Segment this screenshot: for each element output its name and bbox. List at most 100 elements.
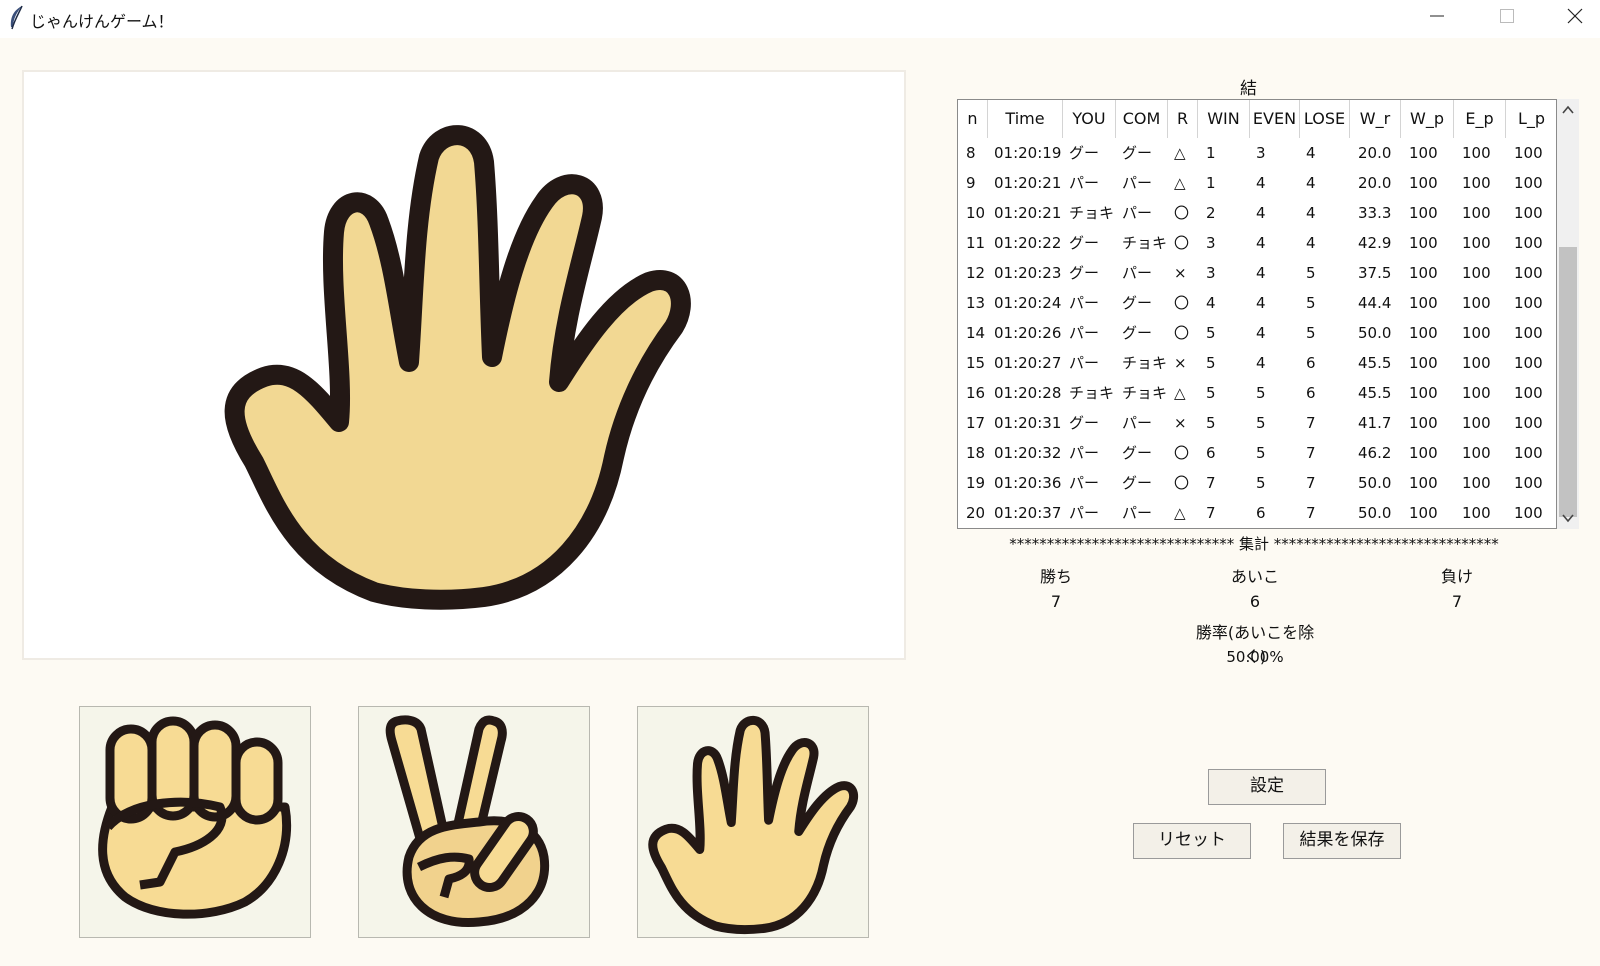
even-label: あいこ: [1230, 567, 1279, 586]
column-header-n[interactable]: n: [958, 100, 988, 138]
table-cell: 100: [1514, 144, 1543, 162]
table-cell: グー: [1069, 144, 1100, 162]
table-cell: グー: [1122, 474, 1153, 492]
table-cell: 7: [1306, 414, 1316, 432]
rock-hand-icon: [98, 716, 292, 919]
table-row[interactable]: 19 01:20:36 パー グー〇 7 5 7 50.0 100 100 100: [958, 468, 1556, 498]
maximize-button[interactable]: [1472, 0, 1542, 32]
table-cell: △: [1174, 504, 1186, 522]
table-row[interactable]: 14 01:20:26 パー グー〇 5 4 5 50.0 100 100 100: [958, 318, 1556, 348]
column-header-w-p[interactable]: W_p: [1401, 100, 1454, 138]
table-cell: 4: [1256, 294, 1266, 312]
table-cell: 19: [966, 474, 986, 492]
table-cell: 5: [1206, 414, 1216, 432]
column-header-you[interactable]: YOU: [1063, 100, 1116, 138]
column-header-e-p[interactable]: E_p: [1454, 100, 1506, 138]
table-cell: 100: [1462, 474, 1491, 492]
table-row[interactable]: 8 01:20:19 グー グー △ 1 3 4 20.0 100 100 100: [958, 138, 1556, 168]
table-cell: 〇: [1174, 444, 1190, 462]
table-cell: 4: [1306, 204, 1316, 222]
scroll-thumb[interactable]: [1559, 247, 1577, 517]
table-cell: 50.0: [1358, 474, 1392, 492]
table-cell: 100: [1462, 294, 1491, 312]
table-cell: パー: [1122, 414, 1153, 432]
table-cell: チョキ: [1122, 234, 1168, 252]
column-header-r[interactable]: R: [1168, 100, 1198, 138]
table-cell: 12: [966, 264, 986, 282]
table-cell: 4: [1256, 324, 1266, 342]
column-header-win[interactable]: WIN: [1198, 100, 1250, 138]
table-row[interactable]: 17 01:20:31 グー パー × 5 5 7 41.7 100 100 100: [958, 408, 1556, 438]
table-cell: 18: [966, 444, 986, 462]
table-row[interactable]: 16 01:20:28 チョキ チョキ △ 5 5 6 45.5 100 100 100: [958, 378, 1556, 408]
table-row[interactable]: 18 01:20:32 パー グー 〇 6 5 7 46.2 100 100 100: [958, 438, 1556, 468]
table-row[interactable]: 9 01:20:21 パー パー △ 1 4 4 20.0 100 100 100: [958, 168, 1556, 198]
table-cell: 100: [1462, 234, 1491, 252]
settings-button[interactable]: 設定: [1208, 769, 1326, 805]
scroll-up-icon[interactable]: [1557, 101, 1579, 119]
table-cell: 5: [1256, 444, 1266, 462]
scissors-choice-button[interactable]: [358, 706, 590, 938]
column-header-even[interactable]: EVEN: [1250, 100, 1300, 138]
scroll-down-icon[interactable]: [1557, 509, 1579, 527]
table-cell: 〇: [1174, 474, 1190, 492]
table-row[interactable]: 20 01:20:37 パー パー △ 7 6 7 50.0 100 100 100: [958, 498, 1556, 528]
paper-choice-button[interactable]: [637, 706, 869, 938]
table-cell: 5: [1256, 474, 1266, 492]
table-cell: 8: [966, 144, 976, 162]
minimize-button[interactable]: [1402, 0, 1472, 32]
table-cell: 100: [1514, 444, 1543, 462]
rock-choice-button[interactable]: [79, 706, 311, 938]
table-cell: 100: [1514, 294, 1543, 312]
table-cell: 4: [1256, 234, 1266, 252]
column-header-time[interactable]: Time: [988, 100, 1063, 138]
table-cell: 37.5: [1358, 264, 1392, 282]
column-header-l-p[interactable]: L_p: [1506, 100, 1556, 138]
table-cell: 01:20:28: [994, 384, 1062, 402]
table-row[interactable]: 11 01:20:22 グー チョキ〇 3 4 4 42.9 100 100 100: [958, 228, 1556, 258]
table-cell: 5: [1306, 264, 1316, 282]
table-cell: 100: [1409, 204, 1438, 222]
table-cell: 5: [1206, 324, 1216, 342]
table-cell: 100: [1409, 384, 1438, 402]
table-cell: 9: [966, 174, 976, 192]
table-cell: 100: [1514, 384, 1543, 402]
table-cell: 100: [1462, 264, 1491, 282]
table-cell: 〇: [1174, 324, 1190, 342]
table-cell: 100: [1409, 144, 1438, 162]
table-scrollbar[interactable]: [1557, 99, 1579, 529]
table-cell: ×: [1174, 264, 1187, 282]
table-cell: 20.0: [1358, 174, 1392, 192]
table-cell: 7: [1306, 444, 1316, 462]
table-cell: 5: [1256, 384, 1266, 402]
table-cell: グー: [1069, 414, 1100, 432]
summary-header: ****************************** 集計 ******…: [1009, 535, 1499, 553]
table-row[interactable]: 13 01:20:24 パー グー〇 4 4 5 44.4 100 100 100: [958, 288, 1556, 318]
table-cell: 6: [1256, 504, 1266, 522]
table-row[interactable]: 12 01:20:23 グー パー × 3 4 5 37.5 100 100 100: [958, 258, 1556, 288]
reset-button[interactable]: リセット: [1133, 823, 1251, 859]
table-cell: グー: [1122, 324, 1153, 342]
close-button[interactable]: [1540, 0, 1600, 32]
column-header-lose[interactable]: LOSE: [1300, 100, 1350, 138]
table-cell: ×: [1174, 414, 1187, 432]
table-cell: 100: [1514, 204, 1543, 222]
table-row[interactable]: 15 01:20:27 パー チョキ × 5 4 6 45.5 100 100 100: [958, 348, 1556, 378]
table-cell: 1: [1206, 174, 1216, 192]
table-cell: グー: [1122, 294, 1153, 312]
table-row[interactable]: 10 01:20:21 チョキ パー 〇 2 4 4 33.3 100 100 100: [958, 198, 1556, 228]
table-cell: 6: [1306, 384, 1316, 402]
results-table[interactable]: n Time YOU COM R WIN EVEN LOSE W_r W_p E_p L_p 8 01:…: [957, 99, 1557, 529]
column-header-w-r[interactable]: W_r: [1350, 100, 1401, 138]
table-cell: 16: [966, 384, 986, 402]
table-cell: 01:20:19: [994, 144, 1062, 162]
table-cell: 13: [966, 294, 986, 312]
save-results-button[interactable]: 結果を保存: [1283, 823, 1401, 859]
table-cell: 100: [1409, 324, 1438, 342]
table-cell: 15: [966, 354, 986, 372]
table-cell: 6: [1206, 444, 1216, 462]
table-cell: 45.5: [1358, 354, 1392, 372]
table-cell: 4: [1306, 174, 1316, 192]
column-header-com[interactable]: COM: [1116, 100, 1168, 138]
table-cell: 42.9: [1358, 234, 1392, 252]
